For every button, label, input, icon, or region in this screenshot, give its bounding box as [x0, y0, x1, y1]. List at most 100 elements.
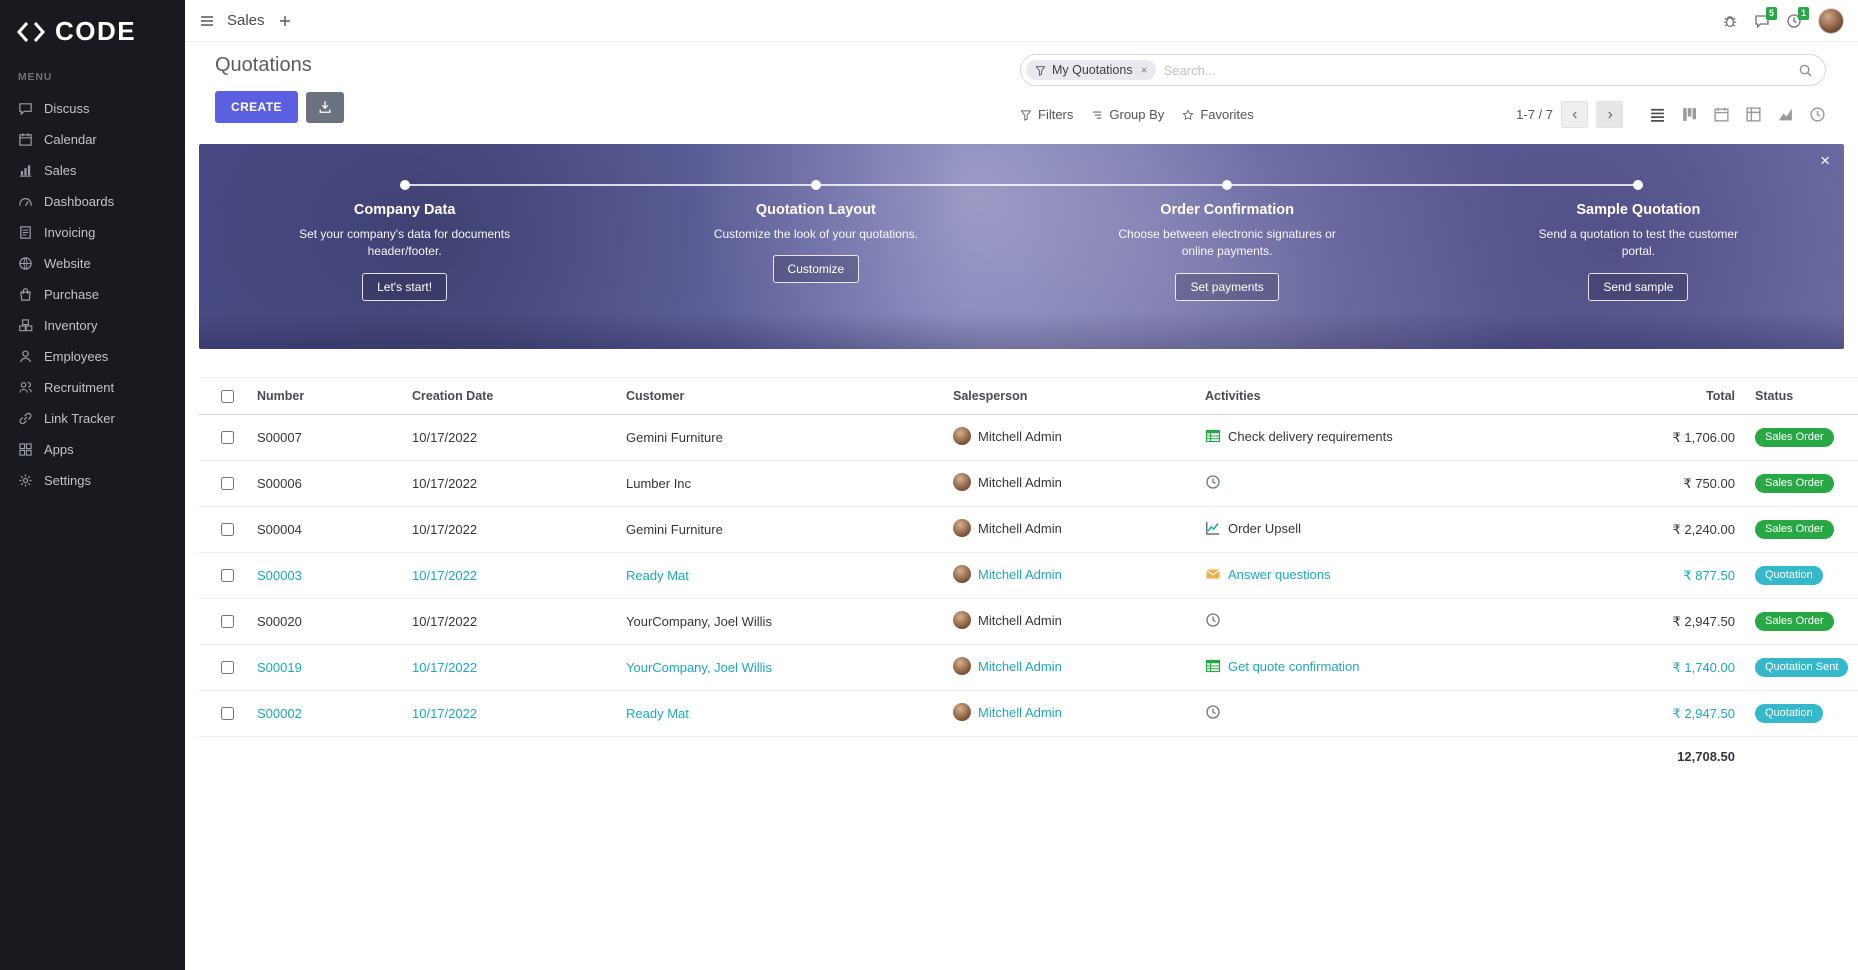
quotation-number[interactable]: S00002 — [247, 691, 402, 737]
activity-cell[interactable] — [1195, 461, 1625, 507]
sidebar-item-discuss[interactable]: Discuss — [0, 93, 185, 124]
view-switch-kanban-icon[interactable] — [1681, 106, 1698, 123]
salesperson-cell: Mitchell Admin — [943, 599, 1195, 645]
activity-cell[interactable]: Get quote confirmation — [1195, 645, 1625, 691]
messages-button[interactable]: 5 — [1754, 13, 1770, 29]
view-switch-list-icon[interactable] — [1649, 106, 1666, 123]
chevron-left-icon — [1570, 110, 1580, 120]
status-badge: Sales Order — [1755, 428, 1834, 447]
row-checkbox[interactable] — [221, 707, 234, 720]
status-badge: Quotation — [1755, 566, 1823, 585]
activity-cell[interactable]: Order Upsell — [1195, 507, 1625, 553]
sidebar-item-dashboards[interactable]: Dashboards — [0, 186, 185, 217]
status-badge: Sales Order — [1755, 612, 1834, 631]
column-header-customer[interactable]: Customer — [616, 378, 943, 415]
table-row[interactable]: S0000210/17/2022Ready MatMitchell Admin₹… — [199, 691, 1858, 737]
column-header-activities[interactable]: Activities — [1195, 378, 1625, 415]
sidebar-item-purchase[interactable]: Purchase — [0, 279, 185, 310]
add-tab-icon[interactable] — [277, 13, 293, 29]
banner-close-icon[interactable]: × — [1820, 152, 1830, 169]
table-row[interactable]: S0000410/17/2022Gemini FurnitureMitchell… — [199, 507, 1858, 553]
pager-previous-button[interactable] — [1561, 101, 1588, 128]
sidebar-item-recruitment[interactable]: Recruitment — [0, 372, 185, 403]
creation-date: 10/17/2022 — [402, 415, 616, 461]
quotation-number[interactable]: S00020 — [247, 599, 402, 645]
customize-button[interactable]: Customize — [773, 255, 860, 283]
favorites-label: Favorites — [1200, 107, 1253, 122]
row-checkbox[interactable] — [221, 615, 234, 628]
salesperson-name: Mitchell Admin — [978, 613, 1062, 628]
row-checkbox[interactable] — [221, 477, 234, 490]
activity-cell[interactable] — [1195, 599, 1625, 645]
sidebar-item-settings[interactable]: Settings — [0, 465, 185, 496]
column-header-salesperson[interactable]: Salesperson — [943, 378, 1195, 415]
row-checkbox[interactable] — [221, 661, 234, 674]
view-switch-pivot-icon[interactable] — [1745, 106, 1762, 123]
table-row[interactable]: S0000310/17/2022Ready MatMitchell AdminA… — [199, 553, 1858, 599]
select-all-checkbox[interactable] — [221, 390, 234, 403]
activity-cell[interactable]: Check delivery requirements — [1195, 415, 1625, 461]
status-cell: Quotation — [1745, 553, 1858, 599]
export-button[interactable] — [306, 92, 344, 123]
total-amount: ₹ 1,740.00 — [1625, 645, 1745, 691]
sidebar-item-employees[interactable]: Employees — [0, 341, 185, 372]
group-by-button[interactable]: Group By — [1091, 107, 1164, 122]
activities-button[interactable]: 1 — [1786, 13, 1802, 29]
sidebar-item-sales[interactable]: Sales — [0, 155, 185, 186]
view-switch-activity-icon[interactable] — [1809, 106, 1826, 123]
app-logo[interactable]: CODE — [0, 0, 185, 67]
facet-remove-icon[interactable]: × — [1141, 63, 1148, 77]
quotation-number[interactable]: S00019 — [247, 645, 402, 691]
user-avatar[interactable] — [1818, 8, 1844, 34]
quotation-number[interactable]: S00007 — [247, 415, 402, 461]
view-switch-calendar-icon[interactable] — [1713, 106, 1730, 123]
pager-next-button[interactable] — [1596, 101, 1623, 128]
column-header-status[interactable]: Status — [1745, 378, 1858, 415]
activity-cell[interactable] — [1195, 691, 1625, 737]
current-app-name[interactable]: Sales — [227, 12, 265, 29]
total-amount: ₹ 877.50 — [1625, 553, 1745, 599]
onboarding-step-quotation-layout: Quotation LayoutCustomize the look of yo… — [610, 202, 1021, 301]
dashboards-icon — [18, 194, 33, 209]
favorites-button[interactable]: Favorites — [1182, 107, 1253, 122]
status-cell: Quotation Sent — [1745, 645, 1858, 691]
search-input[interactable] — [1156, 63, 1798, 78]
star-icon — [1182, 109, 1194, 121]
activity-label: Get quote confirmation — [1228, 659, 1360, 674]
step-description: Choose between electronic signatures or … — [1112, 226, 1342, 261]
search-facet[interactable]: My Quotations × — [1026, 60, 1156, 80]
create-button[interactable]: CREATE — [215, 91, 298, 123]
sidebar-item-calendar[interactable]: Calendar — [0, 124, 185, 155]
table-row[interactable]: S0000610/17/2022Lumber IncMitchell Admin… — [199, 461, 1858, 507]
quotation-number[interactable]: S00003 — [247, 553, 402, 599]
sidebar-item-apps[interactable]: Apps — [0, 434, 185, 465]
activity-cell[interactable]: Answer questions — [1195, 553, 1625, 599]
salesperson-avatar — [953, 565, 971, 583]
search-icon[interactable] — [1798, 63, 1813, 78]
column-header-creation-date[interactable]: Creation Date — [402, 378, 616, 415]
debug-bug-icon[interactable] — [1722, 13, 1738, 29]
sidebar-item-link-tracker[interactable]: Link Tracker — [0, 403, 185, 434]
menu-toggle-icon[interactable] — [199, 13, 215, 29]
row-checkbox[interactable] — [221, 569, 234, 582]
view-switch-graph-icon[interactable] — [1777, 106, 1794, 123]
table-row[interactable]: S0001910/17/2022YourCompany, Joel Willis… — [199, 645, 1858, 691]
sidebar-item-label: Link Tracker — [44, 411, 115, 426]
act-envelope-icon — [1205, 566, 1221, 582]
row-checkbox[interactable] — [221, 431, 234, 444]
sidebar-item-invoicing[interactable]: Invoicing — [0, 217, 185, 248]
quotation-number[interactable]: S00006 — [247, 461, 402, 507]
row-checkbox[interactable] — [221, 523, 234, 536]
let-s-start-button[interactable]: Let's start! — [362, 273, 447, 301]
sidebar-item-inventory[interactable]: Inventory — [0, 310, 185, 341]
set-payments-button[interactable]: Set payments — [1175, 273, 1278, 301]
quotation-number[interactable]: S00004 — [247, 507, 402, 553]
column-header-total[interactable]: Total — [1625, 378, 1745, 415]
send-sample-button[interactable]: Send sample — [1588, 273, 1688, 301]
filters-button[interactable]: Filters — [1020, 107, 1073, 122]
sidebar-item-website[interactable]: Website — [0, 248, 185, 279]
search-bar[interactable]: My Quotations × — [1020, 54, 1826, 86]
column-header-number[interactable]: Number — [247, 378, 402, 415]
table-row[interactable]: S0000710/17/2022Gemini FurnitureMitchell… — [199, 415, 1858, 461]
table-row[interactable]: S0002010/17/2022YourCompany, Joel Willis… — [199, 599, 1858, 645]
